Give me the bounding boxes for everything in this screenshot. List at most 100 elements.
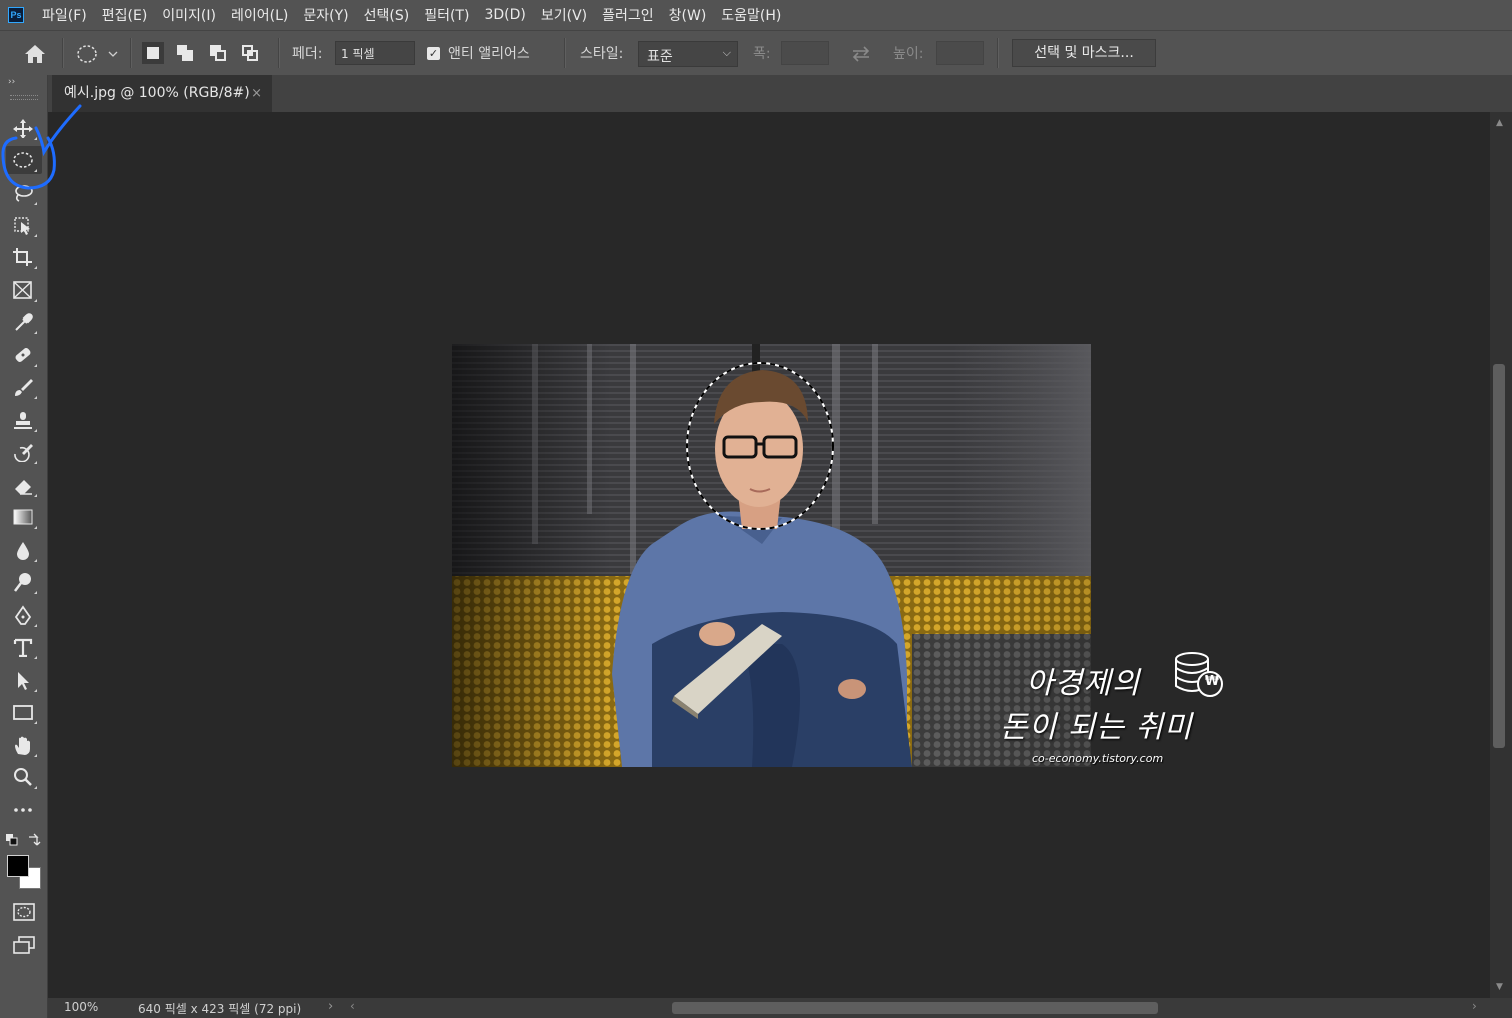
more-icon: [14, 808, 32, 812]
blur-tool[interactable]: [6, 536, 42, 564]
swap-dimensions-icon[interactable]: [850, 45, 872, 63]
scroll-up-icon[interactable]: ▲: [1496, 118, 1503, 128]
menu-file[interactable]: 파일(F): [42, 5, 87, 25]
watermark-line2: 돈이 되는 취미: [1000, 710, 1193, 745]
pen-icon: [14, 605, 32, 625]
tool-group-indicator: [34, 137, 37, 140]
collapse-panel-icon[interactable]: ››: [8, 77, 15, 87]
width-input[interactable]: [781, 41, 829, 65]
history-brush-tool[interactable]: [6, 438, 42, 466]
pen-tool[interactable]: [6, 601, 42, 629]
type-icon: [13, 638, 33, 657]
tool-preset-ellipse-icon[interactable]: [76, 43, 98, 65]
subtract-from-selection-button[interactable]: [207, 42, 229, 64]
healing-brush-tool[interactable]: [6, 341, 42, 369]
anti-alias-label: 앤티 앨리어스: [448, 46, 530, 62]
document-tab[interactable]: 예시.jpg @ 100% (RGB/8#) ×: [52, 75, 272, 112]
rectangle-icon: [13, 705, 33, 720]
tool-group-indicator: [34, 786, 37, 789]
dodge-tool[interactable]: [6, 568, 42, 596]
tool-group-indicator: [34, 721, 37, 724]
brush-tool[interactable]: [6, 373, 42, 401]
more-tool[interactable]: [6, 796, 42, 824]
lasso-tool[interactable]: [6, 179, 42, 207]
zoom-tool[interactable]: [6, 763, 42, 791]
menu-window[interactable]: 창(W): [669, 5, 707, 25]
options-bar: 페더: 1 픽셀 ✓ 앤티 앨리어스 스타일: 표준 ⌵ 폭: 높이: 선택 및…: [0, 30, 1512, 75]
menu-image[interactable]: 이미지(I): [162, 5, 216, 25]
tool-group-indicator: [34, 461, 37, 464]
move-tool[interactable]: [6, 114, 42, 142]
menu-edit[interactable]: 편집(E): [102, 5, 148, 25]
menu-layer[interactable]: 레이어(L): [231, 5, 288, 25]
menu-3d[interactable]: 3D(D): [484, 7, 525, 23]
tool-group-indicator: [34, 624, 37, 627]
brush-icon: [15, 379, 33, 396]
style-select-value: 표준: [647, 49, 673, 65]
tool-group-indicator: [34, 364, 37, 367]
toolbar-grip[interactable]: [10, 95, 38, 100]
document-tab-title: 예시.jpg @ 100% (RGB/8#): [64, 85, 250, 101]
default-colors-icon[interactable]: [6, 834, 18, 846]
gradient-tool[interactable]: [6, 503, 42, 531]
photo-man-writing: [452, 344, 1091, 767]
add-to-selection-button[interactable]: [174, 42, 196, 64]
feather-label: 페더:: [292, 46, 323, 62]
vertical-scroll-thumb[interactable]: [1493, 364, 1505, 748]
feather-input[interactable]: 1 픽셀: [335, 41, 415, 65]
type-tool[interactable]: [6, 633, 42, 661]
hand-icon: [15, 736, 30, 755]
new-selection-button[interactable]: [142, 42, 164, 64]
tool-group-indicator: [34, 266, 37, 269]
eyedropper-tool[interactable]: [6, 308, 42, 336]
foreground-color-swatch[interactable]: [7, 855, 29, 877]
hand-tool[interactable]: [6, 731, 42, 759]
eyedropper-icon: [15, 313, 33, 331]
tool-group-indicator: [34, 559, 37, 562]
style-select[interactable]: 표준 ⌵: [638, 41, 738, 67]
clone-stamp-icon: [14, 412, 32, 429]
anti-alias-checkbox[interactable]: ✓: [427, 47, 440, 60]
zoom-level[interactable]: 100%: [64, 1000, 98, 1014]
quick-mask-icon[interactable]: [13, 903, 35, 921]
crop-tool[interactable]: [6, 243, 42, 271]
menu-help[interactable]: 도움말(H): [721, 5, 781, 25]
close-tab-icon[interactable]: ×: [251, 75, 262, 112]
height-label: 높이:: [893, 46, 924, 62]
tool-preset-chevron-down-icon[interactable]: [108, 50, 118, 58]
path-selection-tool[interactable]: [6, 666, 42, 694]
select-and-mask-button[interactable]: 선택 및 마스크...: [1012, 39, 1156, 67]
scroll-right-icon[interactable]: ›: [1472, 999, 1477, 1013]
eraser-tool[interactable]: [6, 471, 42, 499]
scroll-down-icon[interactable]: ▼: [1496, 982, 1503, 992]
tool-group-indicator: [34, 656, 37, 659]
status-menu-chevron-icon[interactable]: ›: [328, 999, 333, 1014]
tool-group-indicator: [34, 169, 37, 172]
rectangle-tool[interactable]: [6, 698, 42, 726]
object-selection-tool[interactable]: [6, 211, 42, 239]
menu-select[interactable]: 선택(S): [364, 5, 410, 25]
move-icon: [13, 119, 33, 138]
document-info: 640 픽셀 x 423 픽셀 (72 ppi): [138, 1002, 302, 1016]
clone-stamp-tool[interactable]: [6, 406, 42, 434]
frame-tool[interactable]: [6, 276, 42, 304]
menu-bar: Ps 파일(F) 편집(E) 이미지(I) 레이어(L) 문자(Y) 선택(S)…: [0, 0, 1512, 30]
menu-filter[interactable]: 필터(T): [424, 5, 469, 25]
menu-type[interactable]: 문자(Y): [303, 5, 348, 25]
height-input[interactable]: [936, 41, 984, 65]
lasso-icon: [15, 185, 33, 202]
tool-group-indicator: [34, 526, 37, 529]
home-icon[interactable]: [24, 44, 46, 64]
tool-group-indicator: [34, 299, 37, 302]
object-selection-icon: [14, 217, 30, 235]
swap-colors-icon[interactable]: [27, 833, 41, 847]
vertical-scrollbar[interactable]: ▲ ▼: [1490, 112, 1512, 998]
document-image[interactable]: [452, 344, 1091, 767]
scroll-left-icon[interactable]: ‹: [350, 999, 355, 1013]
screen-mode-icon[interactable]: [13, 936, 35, 954]
intersect-selection-button[interactable]: [239, 42, 261, 64]
elliptical-marquee-tool[interactable]: [6, 146, 42, 174]
horizontal-scroll-thumb[interactable]: [672, 1002, 1158, 1014]
menu-plugins[interactable]: 플러그인: [602, 5, 654, 25]
menu-view[interactable]: 보기(V): [541, 5, 587, 25]
